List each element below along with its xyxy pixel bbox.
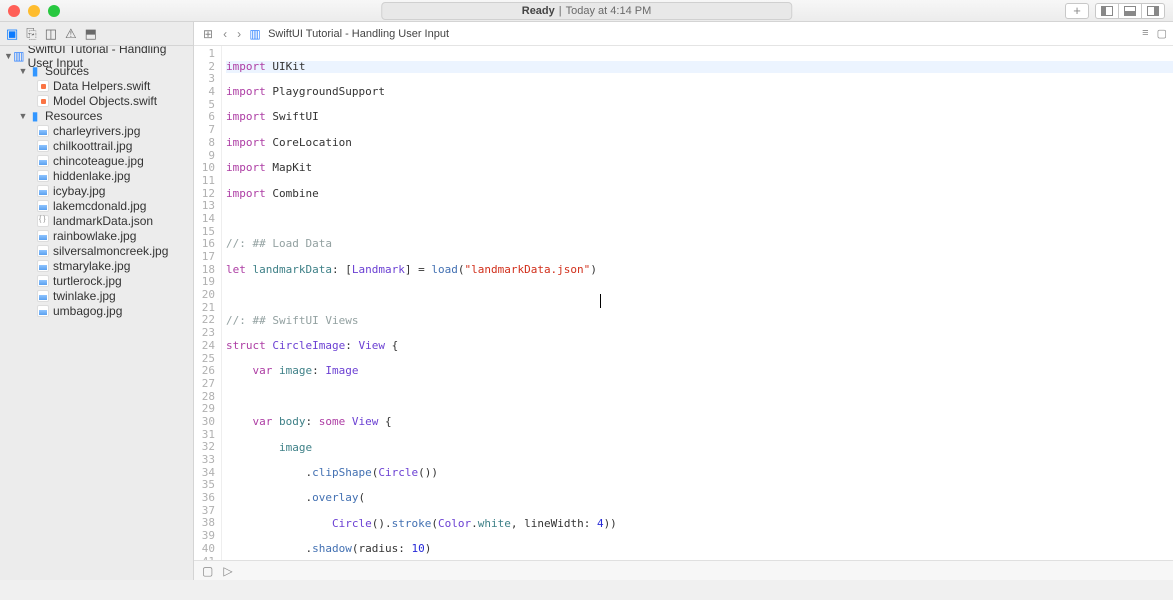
- code-content[interactable]: import UIKit import PlaygroundSupport im…: [222, 46, 1173, 560]
- image-file-icon: [36, 199, 50, 213]
- disclosure-icon[interactable]: ▼: [18, 66, 28, 76]
- project-navigator-icon[interactable]: ▣: [6, 26, 18, 42]
- panel-left-icon: [1101, 6, 1113, 16]
- image-file-icon: [36, 124, 50, 138]
- status-ready: Ready: [522, 5, 555, 17]
- toggle-console-icon[interactable]: ▢: [202, 564, 213, 578]
- image-file-icon: [36, 289, 50, 303]
- file-tree: ▼▥SwiftUI Tutorial - Handling User Input…: [0, 46, 193, 580]
- tree-label: chilkoottrail.jpg: [53, 139, 132, 153]
- image-file-icon: [36, 169, 50, 183]
- panel-bottom-icon: [1124, 6, 1136, 16]
- status-time: Today at 4:14 PM: [566, 5, 652, 17]
- tree-root[interactable]: ▼▥SwiftUI Tutorial - Handling User Input: [0, 48, 193, 63]
- tree-file[interactable]: umbagog.jpg: [0, 303, 193, 318]
- playground-icon: ▥: [13, 49, 25, 63]
- tree-file[interactable]: Data Helpers.swift: [0, 78, 193, 93]
- jump-bar: ⊞ ‹ › ▥ SwiftUI Tutorial - Handling User…: [194, 22, 1173, 46]
- breadcrumb-path[interactable]: ▥ SwiftUI Tutorial - Handling User Input: [248, 27, 449, 41]
- folder-icon: ▮: [28, 109, 42, 123]
- status-pill[interactable]: Ready | Today at 4:14 PM: [381, 2, 793, 20]
- playground-icon: ▥: [248, 27, 262, 41]
- tree-file[interactable]: chincoteague.jpg: [0, 153, 193, 168]
- tree-file[interactable]: lakemcdonald.jpg: [0, 198, 193, 213]
- adjust-editor-icon[interactable]: ▢: [1157, 27, 1167, 40]
- tree-label: lakemcdonald.jpg: [53, 199, 146, 213]
- tree-file[interactable]: hiddenlake.jpg: [0, 168, 193, 183]
- tree-file[interactable]: icybay.jpg: [0, 183, 193, 198]
- toggle-right-panel-button[interactable]: [1141, 3, 1165, 19]
- tree-file[interactable]: landmarkData.json: [0, 213, 193, 228]
- nav-forward-icon[interactable]: ›: [234, 27, 244, 41]
- tree-file[interactable]: charleyrivers.jpg: [0, 123, 193, 138]
- tree-label: stmarylake.jpg: [53, 259, 130, 273]
- tree-label: Model Objects.swift: [53, 94, 157, 108]
- disclosure-icon[interactable]: ▼: [18, 111, 28, 121]
- panel-right-icon: [1147, 6, 1159, 16]
- toggle-left-panel-button[interactable]: [1095, 3, 1119, 19]
- tree-folder-resources[interactable]: ▼▮Resources: [0, 108, 193, 123]
- find-navigator-icon[interactable]: ⚠: [65, 26, 77, 42]
- navigator-toolbar: ▣ ⎘ ◫ ⚠ ⬒: [0, 22, 193, 46]
- tree-label: umbagog.jpg: [53, 304, 122, 318]
- tree-file[interactable]: chilkoottrail.jpg: [0, 138, 193, 153]
- source-control-icon[interactable]: ⎘: [26, 26, 36, 42]
- tree-label: twinlake.jpg: [53, 289, 116, 303]
- tree-label: landmarkData.json: [53, 214, 153, 228]
- image-file-icon: [36, 304, 50, 318]
- tree-label: chincoteague.jpg: [53, 154, 144, 168]
- navigator-sidebar: ▣ ⎘ ◫ ⚠ ⬒ ▼▥SwiftUI Tutorial - Handling …: [0, 22, 194, 580]
- swift-file-icon: [36, 79, 50, 93]
- json-file-icon: [36, 214, 50, 228]
- tree-file[interactable]: stmarylake.jpg: [0, 258, 193, 273]
- line-gutter: 1234567891011121314151617181920212223242…: [194, 46, 222, 560]
- toggle-bottom-panel-button[interactable]: [1118, 3, 1142, 19]
- close-button[interactable]: [8, 5, 20, 17]
- tree-label: rainbowlake.jpg: [53, 229, 136, 243]
- minimize-button[interactable]: [28, 5, 40, 17]
- add-tab-button[interactable]: +: [1065, 3, 1089, 19]
- editor-area: ⊞ ‹ › ▥ SwiftUI Tutorial - Handling User…: [194, 22, 1173, 580]
- tree-file[interactable]: twinlake.jpg: [0, 288, 193, 303]
- image-file-icon: [36, 259, 50, 273]
- tree-label: icybay.jpg: [53, 184, 105, 198]
- breadcrumb-label: SwiftUI Tutorial - Handling User Input: [268, 28, 449, 40]
- run-playground-icon[interactable]: ▷: [223, 564, 232, 578]
- tree-label: Sources: [45, 64, 89, 78]
- tree-label: silversalmoncreek.jpg: [53, 244, 168, 258]
- status-sep: |: [559, 5, 562, 17]
- image-file-icon: [36, 229, 50, 243]
- titlebar: Ready | Today at 4:14 PM +: [0, 0, 1173, 22]
- disclosure-icon[interactable]: ▼: [4, 51, 13, 61]
- tree-label: charleyrivers.jpg: [53, 124, 140, 138]
- tree-file[interactable]: turtlerock.jpg: [0, 273, 193, 288]
- image-file-icon: [36, 274, 50, 288]
- maximize-button[interactable]: [48, 5, 60, 17]
- image-file-icon: [36, 139, 50, 153]
- code-editor[interactable]: 1234567891011121314151617181920212223242…: [194, 46, 1173, 560]
- tree-file[interactable]: silversalmoncreek.jpg: [0, 243, 193, 258]
- nav-back-icon[interactable]: ‹: [220, 27, 230, 41]
- debug-navigator-icon[interactable]: ⬒: [85, 26, 97, 42]
- tree-label: Data Helpers.swift: [53, 79, 150, 93]
- tree-label: hiddenlake.jpg: [53, 169, 130, 183]
- debug-bar: ▢ ▷: [194, 560, 1173, 580]
- folder-icon: ▮: [28, 64, 42, 78]
- editor-options-icon[interactable]: ≡: [1142, 27, 1148, 40]
- image-file-icon: [36, 184, 50, 198]
- tree-label: turtlerock.jpg: [53, 274, 122, 288]
- tree-file[interactable]: Model Objects.swift: [0, 93, 193, 108]
- tree-label: Resources: [45, 109, 102, 123]
- swift-file-icon: [36, 94, 50, 108]
- symbol-navigator-icon[interactable]: ◫: [45, 26, 57, 42]
- image-file-icon: [36, 244, 50, 258]
- image-file-icon: [36, 154, 50, 168]
- traffic-lights: [8, 5, 60, 17]
- tree-file[interactable]: rainbowlake.jpg: [0, 228, 193, 243]
- text-cursor: [600, 294, 601, 308]
- related-items-icon[interactable]: ⊞: [200, 27, 216, 41]
